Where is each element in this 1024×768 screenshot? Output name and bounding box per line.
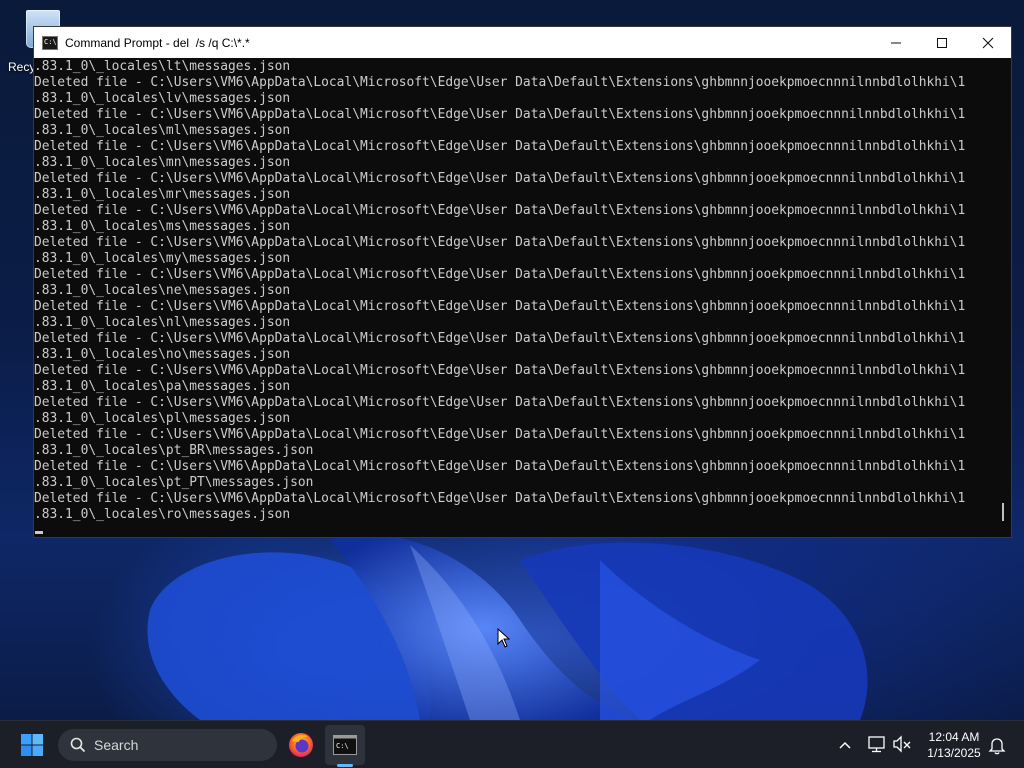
taskbar-search[interactable]: Search <box>58 729 277 761</box>
console-line: Deleted file - C:\Users\VM6\AppData\Loca… <box>34 107 966 122</box>
minimize-icon <box>891 42 901 43</box>
console-output[interactable]: .83.1_0\_locales\lt\messages.json Deleted… <box>34 58 995 538</box>
maximize-icon <box>937 37 947 48</box>
console-line: .83.1_0\_locales\ro\messages.json <box>34 507 291 522</box>
vertical-scrollbar[interactable] <box>994 58 1011 537</box>
system-clock[interactable]: 12:04 AM 1/13/2025 <box>915 729 993 761</box>
svg-text:C:\: C:\ <box>336 742 349 750</box>
taskbar-command-prompt-button[interactable]: C:\ <box>325 725 365 765</box>
scrollbar-thumb[interactable] <box>1002 503 1004 521</box>
console-line: Deleted file - C:\Users\VM6\AppData\Loca… <box>34 427 966 442</box>
console-line: .83.1_0\_locales\pl\messages.json <box>34 411 291 426</box>
volume-muted-icon[interactable] <box>891 733 913 755</box>
console-line: .83.1_0\_locales\nl\messages.json <box>34 315 291 330</box>
text-cursor <box>35 531 43 534</box>
command-prompt-icon: C:\ <box>42 35 58 50</box>
console-line: .83.1_0\_locales\lt\messages.json <box>34 59 291 74</box>
console-line: .83.1_0\_locales\ms\messages.json <box>34 219 291 234</box>
console-line: Deleted file - C:\Users\VM6\AppData\Loca… <box>34 299 966 314</box>
active-app-indicator <box>337 764 353 767</box>
notification-bell-icon[interactable] <box>986 734 1008 756</box>
console-line: Deleted file - C:\Users\VM6\AppData\Loca… <box>34 491 966 506</box>
firefox-icon <box>289 733 313 757</box>
console-line: .83.1_0\_locales\no\messages.json <box>34 347 291 362</box>
console-line: .83.1_0\_locales\ne\messages.json <box>34 283 291 298</box>
console-line: .83.1_0\_locales\pt_PT\messages.json <box>34 475 314 490</box>
console-line: .83.1_0\_locales\ml\messages.json <box>34 123 291 138</box>
console-line: Deleted file - C:\Users\VM6\AppData\Loca… <box>34 235 966 250</box>
command-prompt-window[interactable]: C:\ Command Prompt - del /s /q C:\*.* .8… <box>33 26 1012 538</box>
console-line: Deleted file - C:\Users\VM6\AppData\Loca… <box>34 75 966 90</box>
clock-time: 12:04 AM <box>928 730 980 744</box>
console-line: .83.1_0\_locales\pt_BR\messages.json <box>34 443 314 458</box>
console-line: Deleted file - C:\Users\VM6\AppData\Loca… <box>34 363 966 378</box>
taskbar-firefox-button[interactable] <box>284 727 318 763</box>
console-line: Deleted file - C:\Users\VM6\AppData\Loca… <box>34 267 966 282</box>
taskbar: Search C:\ 12:04 AM 1/13/2025 <box>0 720 1024 768</box>
command-prompt-icon: C:\ <box>333 735 357 755</box>
window-titlebar[interactable]: C:\ Command Prompt - del /s /q C:\*.* <box>34 27 1011 58</box>
console-line: Deleted file - C:\Users\VM6\AppData\Loca… <box>34 139 966 154</box>
chevron-up-icon <box>839 741 851 749</box>
maximize-button[interactable] <box>919 27 965 58</box>
minimize-button[interactable] <box>873 27 919 58</box>
console-line: .83.1_0\_locales\pa\messages.json <box>34 379 291 394</box>
search-icon <box>70 737 86 753</box>
close-button[interactable] <box>965 27 1011 58</box>
console-line: Deleted file - C:\Users\VM6\AppData\Loca… <box>34 203 966 218</box>
console-line: Deleted file - C:\Users\VM6\AppData\Loca… <box>34 459 966 474</box>
show-hidden-icons-button[interactable] <box>834 734 856 756</box>
window-title: Command Prompt - del /s /q C:\*.* <box>65 35 250 50</box>
search-label: Search <box>94 737 139 753</box>
close-icon <box>982 37 994 48</box>
console-line: .83.1_0\_locales\lv\messages.json <box>34 91 291 106</box>
console-line: Deleted file - C:\Users\VM6\AppData\Loca… <box>34 171 966 186</box>
console-line: .83.1_0\_locales\mr\messages.json <box>34 187 291 202</box>
network-icon[interactable] <box>866 733 888 755</box>
mouse-pointer-icon <box>497 628 511 648</box>
start-button[interactable] <box>14 728 50 762</box>
windows-logo-icon <box>21 734 43 756</box>
console-line: .83.1_0\_locales\my\messages.json <box>34 251 291 266</box>
console-line: Deleted file - C:\Users\VM6\AppData\Loca… <box>34 331 966 346</box>
clock-date: 1/13/2025 <box>927 746 981 760</box>
console-line: .83.1_0\_locales\mn\messages.json <box>34 155 291 170</box>
console-line: Deleted file - C:\Users\VM6\AppData\Loca… <box>34 395 966 410</box>
